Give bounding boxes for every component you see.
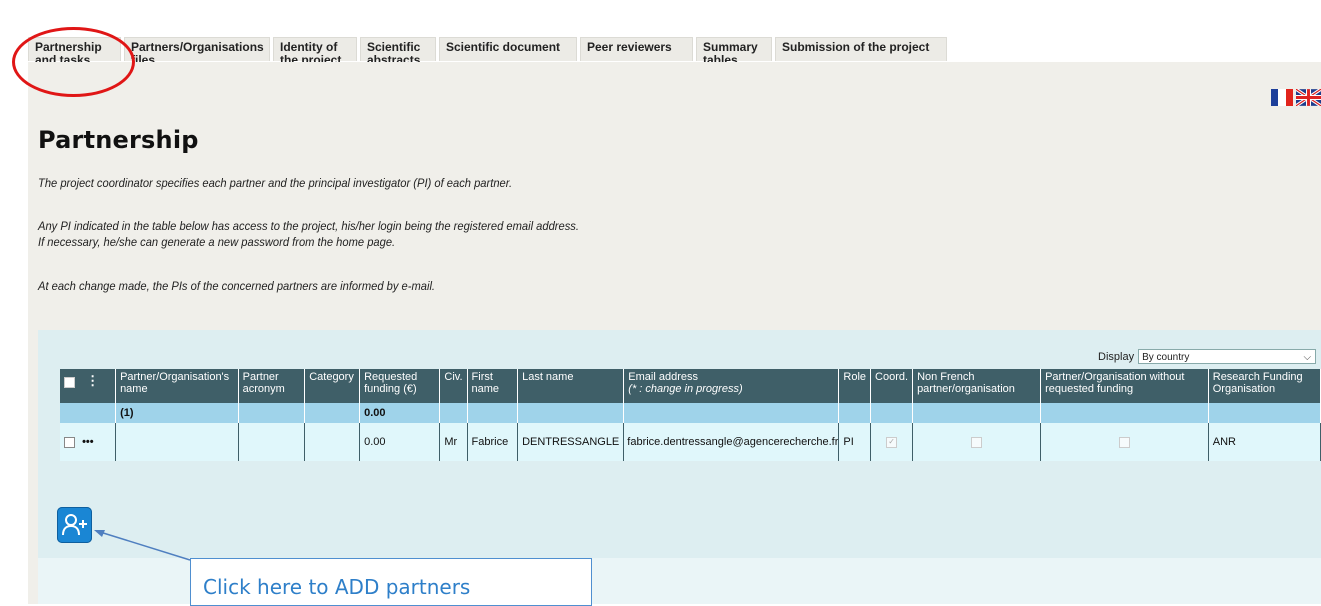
- header-email: Email address (* : change in progress): [623, 369, 840, 403]
- header-non-french: Non French partner/organisation: [912, 369, 1042, 403]
- tab-peer-reviewers[interactable]: Peer reviewers: [580, 37, 693, 61]
- tab-summary-tables[interactable]: Summary tables: [696, 37, 772, 67]
- row-actions-icon[interactable]: •••: [82, 436, 94, 448]
- add-partner-button[interactable]: [57, 507, 92, 543]
- cell-first-name: Fabrice: [467, 423, 519, 461]
- tab-partners-organisations-files[interactable]: Partners/Organisations files: [124, 37, 270, 67]
- cell-last-name: DENTRESSANGLE: [517, 423, 625, 461]
- cell-funding: 0.00: [359, 423, 441, 461]
- table-header-row: ⋮ Partner/Organisation's name Partner ac…: [60, 369, 1321, 403]
- password-text: If necessary, he/she can generate a new …: [38, 235, 396, 249]
- cell-category: [304, 423, 361, 461]
- tab-scientific-abstracts[interactable]: Scientific abstracts: [360, 37, 436, 67]
- group-cell: [912, 403, 1042, 423]
- notification-text: At each change made, the PIs of the conc…: [38, 279, 436, 293]
- header-funding: Requested funding (€): [359, 369, 441, 403]
- row-select: •••: [60, 423, 117, 461]
- group-cell: [60, 403, 117, 423]
- chevron-down-icon: ⌵: [1303, 352, 1312, 363]
- tab-label: Summary: [703, 40, 758, 54]
- row-checkbox[interactable]: [64, 436, 75, 448]
- cell-non-french: [912, 423, 1042, 461]
- tab-label: Scientific document: [446, 40, 561, 54]
- group-label: (1): [115, 403, 239, 423]
- select-all-checkbox[interactable]: [64, 376, 75, 388]
- uk-flag-icon[interactable]: [1296, 89, 1321, 106]
- header-email-label: Email address: [628, 371, 698, 383]
- intro-text: The project coordinator specifies each p…: [38, 176, 513, 190]
- header-email-note: (* : change in progress): [628, 383, 743, 395]
- cell-role: PI: [838, 423, 872, 461]
- tab-submission-of-project[interactable]: Submission of the project: [775, 37, 947, 61]
- group-cell: [238, 403, 306, 423]
- header-last-name: Last name: [517, 369, 625, 403]
- page-title: Partnership: [38, 126, 199, 154]
- header-select: ⋮: [60, 369, 117, 403]
- tab-bar: Partnership and tasks Partners/Organisati…: [28, 37, 950, 67]
- cell-coord: ✓: [870, 423, 914, 461]
- tab-label: Partners/Organisations: [131, 40, 264, 54]
- tab-label: Partnership: [35, 40, 102, 54]
- coord-checkbox: ✓: [886, 436, 898, 448]
- table-row[interactable]: ••• 0.00 Mr Fabrice DENTRESSANGLE fabric…: [60, 423, 1321, 461]
- cell-no-funding: [1040, 423, 1209, 461]
- group-cell: [1208, 403, 1321, 423]
- group-cell: [870, 403, 914, 423]
- group-cell: [517, 403, 625, 423]
- callout-text: Click here to ADD partners: [203, 575, 471, 599]
- tab-identity-of-project[interactable]: Identity of the project: [273, 37, 357, 67]
- header-role: Role: [838, 369, 872, 403]
- tab-label: Identity of: [280, 40, 338, 54]
- tab-label: Peer reviewers: [587, 40, 672, 54]
- column-menu-icon[interactable]: ⋮: [86, 373, 99, 388]
- header-civ: Civ.: [439, 369, 468, 403]
- group-cell: [304, 403, 361, 423]
- group-cell: [1040, 403, 1209, 423]
- display-filter: Display By country ⌵: [1098, 349, 1317, 364]
- add-user-icon: [61, 514, 87, 536]
- header-coord: Coord.: [870, 369, 914, 403]
- callout-box: Click here to ADD partners: [190, 558, 592, 606]
- cell-email: fabrice.dentressangle@agencerecherche.fr: [623, 423, 840, 461]
- cell-name: [115, 423, 239, 461]
- non-french-checkbox[interactable]: [971, 436, 983, 448]
- french-flag-icon[interactable]: [1271, 89, 1293, 106]
- display-label: Display: [1098, 350, 1135, 363]
- header-first-name: First name: [467, 369, 519, 403]
- cell-rfo: ANR: [1208, 423, 1321, 461]
- no-funding-checkbox[interactable]: [1118, 436, 1130, 448]
- cell-civ: Mr: [439, 423, 468, 461]
- header-rfo: Research Funding Organisation: [1208, 369, 1321, 403]
- tab-scientific-document[interactable]: Scientific document: [439, 37, 577, 61]
- partners-table: ⋮ Partner/Organisation's name Partner ac…: [60, 369, 1321, 461]
- group-cell: [838, 403, 872, 423]
- header-name: Partner/Organisation's name: [115, 369, 239, 403]
- tab-label: Submission of the project: [782, 40, 930, 54]
- header-acronym: Partner acronym: [238, 369, 306, 403]
- group-cell: [439, 403, 468, 423]
- display-select[interactable]: By country ⌵: [1138, 349, 1317, 364]
- group-cell: [623, 403, 840, 423]
- access-text: Any PI indicated in the table below has …: [38, 219, 579, 233]
- group-funding: 0.00: [359, 403, 441, 423]
- tab-label: Scientific: [367, 40, 421, 54]
- cell-acronym: [238, 423, 306, 461]
- group-row: (1) 0.00: [60, 403, 1321, 423]
- header-no-funding: Partner/Organisation without requested f…: [1040, 369, 1209, 403]
- tab-partnership-and-tasks[interactable]: Partnership and tasks: [28, 37, 121, 67]
- group-cell: [467, 403, 519, 423]
- display-select-value: By country: [1142, 352, 1190, 363]
- header-category: Category: [304, 369, 361, 403]
